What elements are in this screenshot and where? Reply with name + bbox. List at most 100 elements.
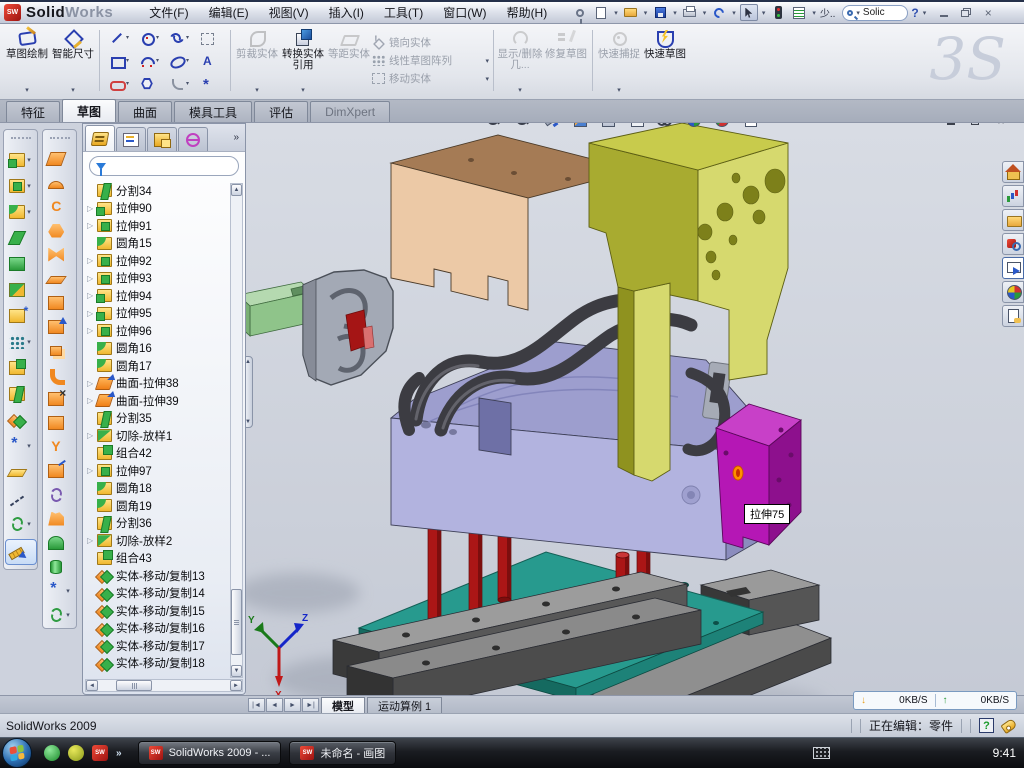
tree-item[interactable]: ▷ 实体-移动/复制13 (85, 567, 229, 585)
mirror-entities-button[interactable]: 镜向实体 (372, 35, 490, 50)
boundary-surface-button[interactable]: ▾ (44, 245, 76, 264)
tree-item[interactable]: ▷ 拉伸91 (85, 217, 229, 235)
zoom-to-area-button[interactable]: ▾ (515, 123, 537, 127)
revolved-surface-button[interactable]: ▾ (44, 173, 76, 192)
convert-entities-button[interactable]: 转换实体引用 ▾ (280, 26, 326, 95)
surface-fillet-button[interactable]: ▾ (44, 533, 76, 552)
reference-point-button[interactable]: ▾ (5, 435, 37, 456)
tab-nav-button[interactable]: ►| (302, 698, 319, 712)
text-button[interactable]: ▾ (195, 49, 225, 72)
zoom-to-fit-button[interactable]: ▾ (486, 123, 508, 127)
hide-show-items-button[interactable]: ▾ (657, 123, 679, 127)
view-orientation-button[interactable]: ▾ (629, 123, 651, 127)
slot-button[interactable]: ▾ (105, 72, 135, 95)
expand-arrow[interactable]: ▷ (87, 431, 97, 440)
tag-icon[interactable] (1000, 717, 1017, 733)
undo-icon[interactable] (710, 4, 728, 21)
ruled-surface-button[interactable]: ▾ (44, 461, 76, 480)
fill-surface-button[interactable]: ▾ (44, 485, 76, 504)
open-icon[interactable] (622, 4, 640, 21)
tree-item[interactable]: ▷ 切除-放样2 (85, 532, 229, 550)
tree-item[interactable]: ▷ 圆角18 (85, 480, 229, 498)
tree-item[interactable]: ▷ 拉伸94 (85, 287, 229, 305)
point-button[interactable]: ▾ (195, 72, 225, 95)
arc-button[interactable]: ▾ (135, 49, 165, 72)
knit-surface-button[interactable]: ▾ (44, 437, 76, 456)
scroll-down-button[interactable]: ▼ (231, 665, 242, 677)
tree-item[interactable]: ▷ 组合42 (85, 445, 229, 463)
panel-splitter[interactable]: ▲▼ (246, 356, 253, 428)
command-tab[interactable]: 模具工具 (174, 101, 252, 122)
radiate-surface-button[interactable]: ▾ (44, 509, 76, 528)
menu-item[interactable]: 工具(T) (374, 2, 433, 23)
tree-item[interactable]: ▷ 拉伸97 (85, 462, 229, 480)
menu-item[interactable]: 插入(I) (319, 2, 374, 23)
certificate-button[interactable] (874, 746, 888, 760)
quick-launch-solidworks-icon[interactable]: SW (92, 745, 108, 761)
planar-surface-button[interactable]: ▾ (44, 269, 76, 288)
tree-item[interactable]: ▷ 拉伸95 (85, 305, 229, 323)
curve-button[interactable]: ▾ (5, 513, 37, 534)
untrim-surface-button[interactable]: ▾ (44, 413, 76, 432)
view-settings-button[interactable]: ▾ (743, 123, 765, 127)
quick-tips-icon[interactable]: ? (979, 718, 994, 733)
tree-item[interactable]: ▷ 切除-放样1 (85, 427, 229, 445)
quick-launch-more[interactable]: » (116, 748, 122, 759)
point2-button[interactable]: ▾ (44, 581, 76, 600)
tree-item[interactable]: ▷ 圆角15 (85, 235, 229, 253)
close-button[interactable]: × (979, 5, 997, 20)
search-input[interactable] (863, 7, 899, 18)
linear-sketch-pattern-button[interactable]: 线性草图阵列 ▾ (372, 53, 490, 68)
axis-button[interactable]: ▾ (5, 487, 37, 508)
pin-icon[interactable] (571, 4, 589, 21)
draft-button[interactable]: ▾ (5, 279, 37, 300)
tab-nav-button[interactable]: ◄ (266, 698, 283, 712)
display-delete-relations-button[interactable]: 显示/删除几... ▾ (497, 26, 543, 95)
command-tab[interactable]: 特征 (6, 101, 60, 122)
offset-surface-button[interactable]: ▾ (44, 293, 76, 312)
menu-item[interactable]: 视图(V) (259, 2, 319, 23)
print-icon[interactable] (681, 4, 699, 21)
quick-launch-pet-icon[interactable] (68, 745, 84, 761)
tree-item[interactable]: ▷ 圆角17 (85, 357, 229, 375)
tree-item[interactable]: ▷ 圆角19 (85, 497, 229, 515)
tree-item[interactable]: ▷ 实体-移动/复制15 (85, 602, 229, 620)
rapid-snap-button[interactable]: 快速捕捉 ▾ (596, 26, 642, 95)
extruded-boss-button[interactable]: ▾ (5, 149, 37, 170)
plane-button[interactable]: ▾ (5, 461, 37, 482)
tree-item[interactable]: ▷ 实体-移动/复制14 (85, 585, 229, 603)
tree-item[interactable]: ▷ 拉伸93 (85, 270, 229, 288)
3d-model[interactable]: Y Z X (246, 123, 1024, 695)
tree-horizontal-scrollbar[interactable]: ◄ ► (85, 679, 243, 692)
shield-plus-button[interactable] (950, 746, 964, 760)
mid-surface-button[interactable]: ▾ (44, 341, 76, 360)
doc-close-button[interactable]: × (992, 123, 1010, 128)
tree-item[interactable]: ▷ 实体-移动/复制16 (85, 620, 229, 638)
command-tab[interactable]: 草图 (62, 99, 116, 122)
task-button[interactable]: SW 未命名 - 画图 (289, 741, 396, 765)
quick-launch-messenger-icon[interactable] (44, 745, 60, 761)
doc-restore-button[interactable] (967, 123, 985, 128)
tab-nav-button[interactable]: |◄ (248, 698, 265, 712)
section-tool-button[interactable]: ▾ (543, 123, 565, 127)
display-style-button[interactable]: ▾ (600, 123, 622, 127)
lofted-surface-button[interactable]: ▾ (44, 221, 76, 240)
smart-dimension-button[interactable]: 智能尺寸 ▾ (50, 26, 96, 95)
minimize-button[interactable] (935, 5, 953, 20)
search-box[interactable]: ▾ (842, 5, 908, 21)
apply-scene-button[interactable]: ▾ (714, 123, 736, 127)
tree-item[interactable]: ▷ 拉伸90 (85, 200, 229, 218)
taskpane-design-library-button[interactable] (1002, 209, 1024, 231)
network-warning-button[interactable] (931, 746, 945, 760)
scroll-left-button[interactable]: ◄ (86, 680, 98, 691)
new-document-icon[interactable] (592, 4, 610, 21)
expand-arrow[interactable]: ▷ (87, 221, 97, 230)
expand-arrow[interactable]: ▷ (87, 274, 97, 283)
spline-button[interactable]: ▾ (165, 26, 195, 49)
scrollbar-thumb[interactable] (231, 589, 242, 655)
scrollbar-thumb[interactable] (116, 680, 152, 691)
rib-button[interactable]: ▾ (5, 227, 37, 248)
selection-box-button[interactable]: ▾ (195, 26, 225, 49)
expand-arrow[interactable]: ▷ (87, 466, 97, 475)
volume-button[interactable] (893, 746, 907, 760)
